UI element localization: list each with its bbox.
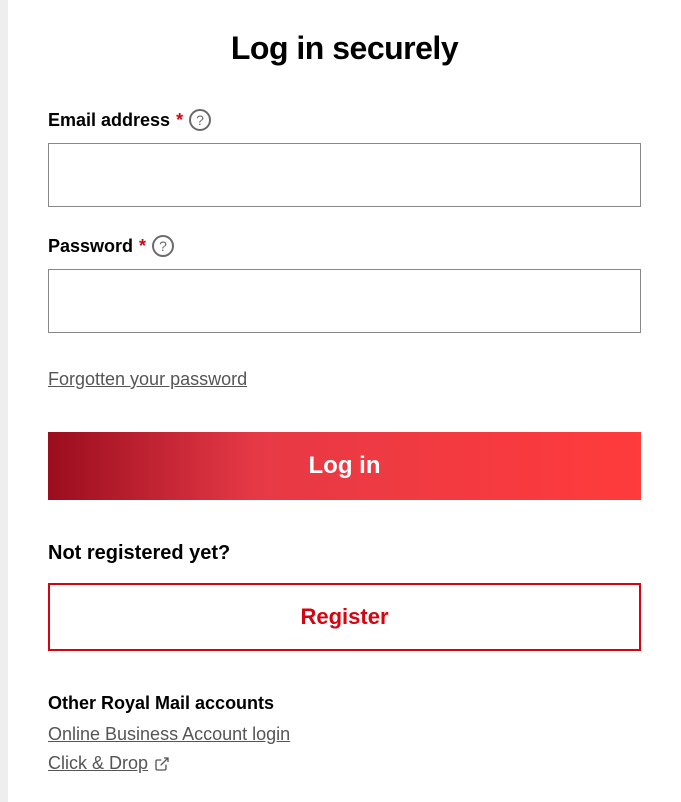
login-container: Log in securely Email address * ? Passwo… <box>0 0 681 782</box>
password-field[interactable] <box>48 269 641 333</box>
page-title: Log in securely <box>48 30 641 67</box>
click-and-drop-link[interactable]: Click & Drop <box>48 753 170 774</box>
online-business-account-link[interactable]: Online Business Account login <box>48 724 290 745</box>
email-label: Email address <box>48 110 170 131</box>
account-link-label: Click & Drop <box>48 753 148 774</box>
help-icon[interactable]: ? <box>189 109 211 131</box>
email-label-row: Email address * ? <box>48 109 641 131</box>
forgot-password-link[interactable]: Forgotten your password <box>48 369 247 390</box>
help-icon[interactable]: ? <box>152 235 174 257</box>
account-link-label: Online Business Account login <box>48 724 290 745</box>
login-button[interactable]: Log in <box>48 432 641 500</box>
required-indicator: * <box>176 110 183 131</box>
not-registered-heading: Not registered yet? <box>48 542 641 565</box>
external-link-icon <box>154 756 170 772</box>
email-field[interactable] <box>48 143 641 207</box>
register-button[interactable]: Register <box>48 583 641 651</box>
password-label-row: Password * ? <box>48 235 641 257</box>
password-field-group: Password * ? <box>48 235 641 333</box>
required-indicator: * <box>139 236 146 257</box>
left-edge-decoration <box>0 0 8 802</box>
password-label: Password <box>48 236 133 257</box>
email-field-group: Email address * ? <box>48 109 641 207</box>
other-accounts-heading: Other Royal Mail accounts <box>48 693 641 714</box>
